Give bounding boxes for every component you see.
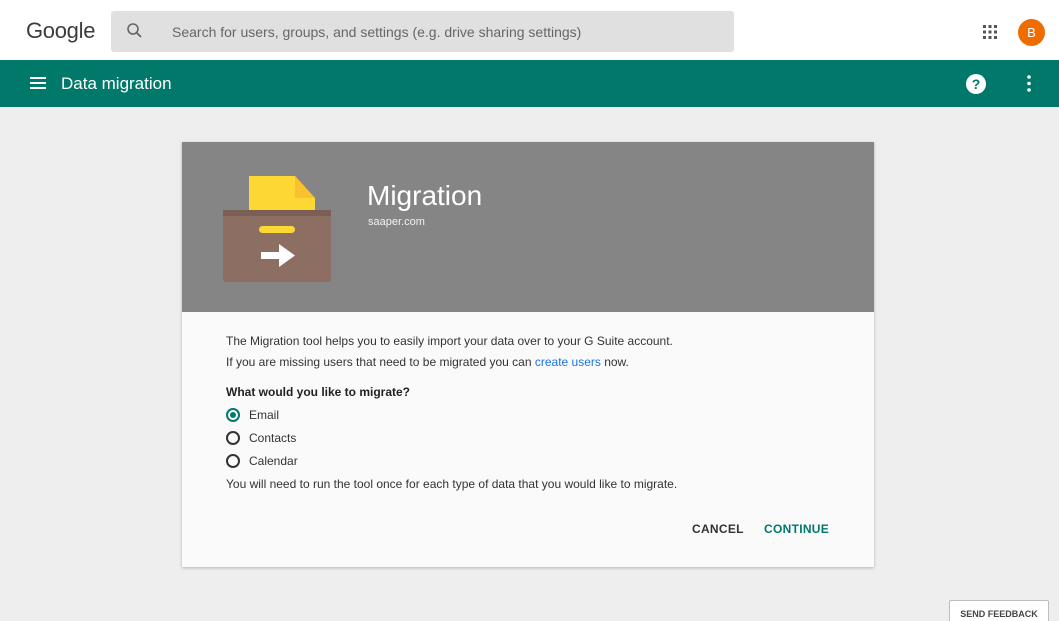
option-email[interactable]: Email	[226, 407, 279, 423]
card-title: Migration	[367, 180, 483, 211]
migrate-question: What would you like to migrate?	[226, 385, 411, 399]
continue-button[interactable]: CONTINUE	[764, 522, 829, 536]
cancel-button[interactable]: CANCEL	[692, 522, 744, 536]
option-contacts[interactable]: Contacts	[226, 430, 296, 446]
migration-box-icon	[223, 176, 331, 282]
intro-suffix: now.	[600, 355, 629, 369]
hamburger-menu-icon[interactable]	[30, 76, 46, 90]
search-box[interactable]: Search for users, groups, and settings (…	[111, 11, 734, 52]
radio-calendar[interactable]	[226, 454, 240, 468]
search-icon[interactable]	[125, 21, 145, 41]
option-label: Email	[249, 408, 280, 422]
domain-label: saaper.com	[368, 216, 425, 228]
avatar[interactable]: B	[1018, 19, 1045, 46]
radio-email[interactable]	[226, 408, 240, 422]
more-vert-icon[interactable]	[1027, 75, 1031, 92]
app-header: Data migration ?	[0, 60, 1059, 107]
note-text: You will need to run the tool once for e…	[226, 477, 678, 491]
radio-contacts[interactable]	[226, 431, 240, 445]
intro-prefix: If you are missing users that need to be…	[226, 355, 535, 369]
intro-text-create-users: If you are missing users that need to be…	[226, 355, 629, 369]
apps-grid-icon[interactable]	[983, 25, 997, 39]
send-feedback-button[interactable]: SEND FEEDBACK	[949, 600, 1049, 621]
search-input[interactable]: Search for users, groups, and settings (…	[172, 24, 581, 40]
intro-text: The Migration tool helps you to easily i…	[226, 334, 673, 348]
google-logo[interactable]: Google	[26, 18, 95, 44]
option-label: Calendar	[249, 454, 298, 468]
top-bar: Google Search for users, groups, and set…	[0, 0, 1059, 60]
option-label: Contacts	[249, 431, 297, 445]
create-users-link[interactable]: create users	[535, 355, 601, 369]
page-title: Data migration	[61, 74, 172, 93]
help-icon[interactable]: ?	[966, 74, 986, 94]
option-calendar[interactable]: Calendar	[226, 453, 298, 469]
card-hero: Migration saaper.com	[182, 142, 874, 312]
migration-card: Migration saaper.com The Migration tool …	[182, 142, 874, 567]
